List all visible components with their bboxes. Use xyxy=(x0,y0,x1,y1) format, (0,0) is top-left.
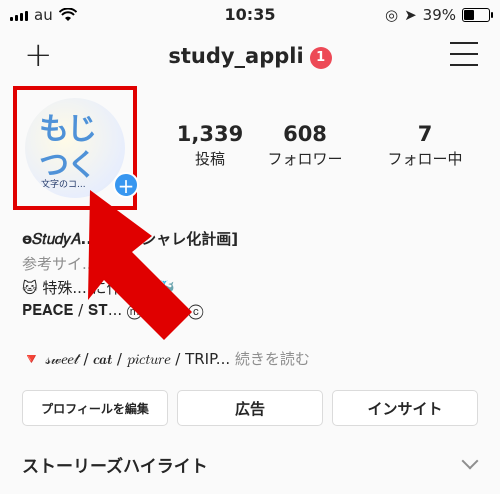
stat-followers[interactable]: 608 フォロワー xyxy=(255,122,355,169)
red-arrow-icon xyxy=(88,190,192,340)
battery-icon xyxy=(462,8,493,22)
avatar-caption: 文字のコ... xyxy=(41,180,86,190)
battery-label: 39% xyxy=(422,6,456,24)
avatar[interactable]: もじ つく 文字のコ... xyxy=(25,98,125,198)
stat-value: 7 xyxy=(417,122,433,146)
username: study_appli xyxy=(168,44,304,68)
stat-value: 608 xyxy=(283,122,327,146)
notification-badge: 1 xyxy=(309,47,332,69)
story-highlights-title[interactable]: ストーリーズハイライト xyxy=(22,452,208,477)
username-title[interactable]: study_appli 1 xyxy=(0,44,500,69)
status-right: ◎ ➤ 39% xyxy=(384,6,493,24)
location-icon: ➤ xyxy=(404,6,417,24)
rotation-lock-icon: ◎ xyxy=(384,6,399,24)
stat-posts[interactable]: 1,339 投稿 xyxy=(160,122,260,169)
stat-label: フォロー中 xyxy=(387,150,463,168)
bio-line-5: 🔻 𝓈𝓌𝑒𝑒𝓉 / 𝒄𝒂𝒕 / 𝑝𝑖𝑐𝑡𝑢𝑟𝑒 / TRIP... 続きを読む xyxy=(22,348,310,369)
bio-line-5-text: 🔻 𝓈𝓌𝑒𝑒𝓉 / 𝒄𝒂𝒕 / 𝑝𝑖𝑐𝑡𝑢𝑟𝑒 / TRIP... xyxy=(22,350,231,368)
chevron-down-icon[interactable] xyxy=(461,452,479,470)
edit-profile-button[interactable]: プロフィールを編集 xyxy=(22,390,168,426)
read-more-link[interactable]: 続きを読む xyxy=(235,350,310,368)
promotions-button[interactable]: 広告 xyxy=(177,390,323,426)
menu-icon[interactable] xyxy=(450,42,478,66)
stat-label: 投稿 xyxy=(194,150,225,168)
profile-header: + study_appli 1 xyxy=(0,34,500,78)
insights-button[interactable]: インサイト xyxy=(332,390,478,426)
stat-following[interactable]: 7 フォロー中 xyxy=(375,122,475,169)
status-bar: au 10:35 ◎ ➤ 39% xyxy=(0,0,500,30)
stat-value: 1,339 xyxy=(176,122,244,146)
stat-label: フォロワー xyxy=(267,150,343,168)
